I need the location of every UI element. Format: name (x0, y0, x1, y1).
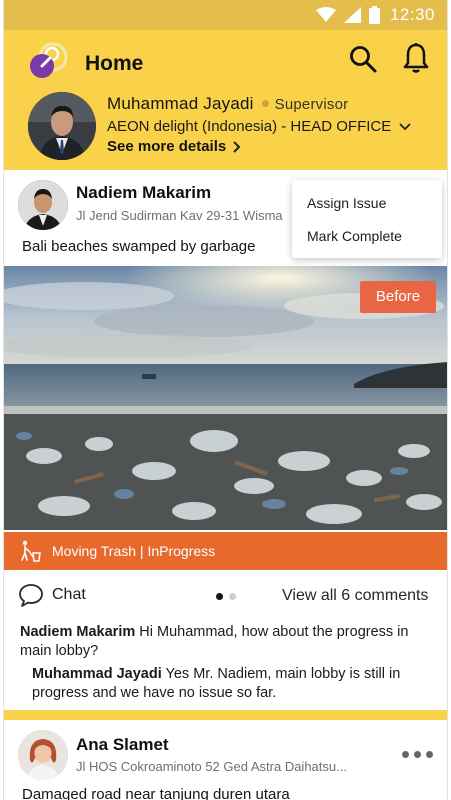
company-selector[interactable]: AEON delight (Indonesia) - HEAD OFFICE (107, 118, 412, 135)
search-icon[interactable] (348, 44, 378, 74)
issue-status-label: Moving Trash | InProgress (52, 543, 216, 559)
menu-item-mark-complete[interactable]: Mark Complete (307, 228, 402, 244)
menu-item-assign-issue[interactable]: Assign Issue (307, 195, 386, 211)
app-logo-icon (30, 42, 68, 78)
trash-cleaner-icon (21, 540, 41, 562)
issue-card[interactable]: Ana Slamet Jl HOS Cokroaminoto 52 Ged As… (4, 720, 447, 800)
user-name-line: Muhammad Jayadi Supervisor (107, 94, 348, 114)
user-role: Supervisor (274, 96, 349, 113)
comment-reply: Muhammad Jayadi Yes Mr. Nadiem, main lob… (32, 665, 437, 703)
chat-label: Chat (52, 586, 86, 603)
wifi-icon (315, 7, 336, 22)
more-dots-icon[interactable] (402, 751, 433, 758)
chevron-down-icon (399, 123, 412, 131)
app-screen: 12:30 Home Muhammad Jayadi Supervisor AE… (3, 0, 448, 800)
issue-card[interactable]: Nadiem Makarim Jl Jend Sudirman Kav 29-3… (4, 170, 447, 710)
status-bar: 12:30 (4, 0, 447, 30)
pager-dot-active[interactable] (216, 593, 223, 600)
author-name: Nadiem Makarim (76, 183, 212, 202)
user-name: Muhammad Jayadi (107, 94, 254, 113)
author-address: Jl HOS Cokroaminoto 52 Ged Astra Daihats… (76, 759, 347, 774)
chat-bubble-icon (19, 584, 43, 607)
header: Home Muhammad Jayadi Supervisor AEON del… (4, 30, 447, 170)
context-menu: Assign Issue Mark Complete (292, 180, 442, 258)
view-all-comments-link[interactable]: View all 6 comments (282, 587, 428, 605)
card-divider (4, 710, 447, 720)
see-more-details-link[interactable]: See more details (107, 138, 241, 155)
chevron-right-icon (233, 141, 241, 153)
comment: Nadiem Makarim Hi Muhammad, how about th… (20, 623, 440, 661)
company-name: AEON delight (Indonesia) - HEAD OFFICE (107, 118, 392, 135)
chat-button[interactable]: Chat (18, 582, 86, 608)
author-name: Ana Slamet (76, 735, 169, 754)
status-time: 12:30 (389, 5, 435, 24)
photo-pager (216, 593, 236, 600)
comment-author[interactable]: Muhammad Jayadi (32, 666, 162, 682)
issue-status-strip: Moving Trash | InProgress (4, 532, 447, 570)
comment-author[interactable]: Nadiem Makarim (20, 624, 135, 640)
author-address: Jl Jend Sudirman Kav 29-31 Wisma (76, 208, 283, 223)
role-separator-dot (261, 100, 269, 108)
bell-icon[interactable] (402, 42, 430, 74)
before-badge: Before (360, 281, 436, 313)
page-title: Home (85, 52, 144, 75)
issue-title: Bali beaches swamped by garbage (22, 238, 256, 255)
avatar[interactable] (28, 92, 96, 160)
avatar[interactable] (18, 730, 68, 780)
issue-title: Damaged road near tanjung duren utara (22, 786, 290, 800)
see-more-label: See more details (107, 138, 227, 155)
avatar[interactable] (18, 180, 68, 230)
pager-dot[interactable] (229, 593, 236, 600)
battery-icon (368, 6, 380, 24)
signal-icon (343, 7, 361, 23)
